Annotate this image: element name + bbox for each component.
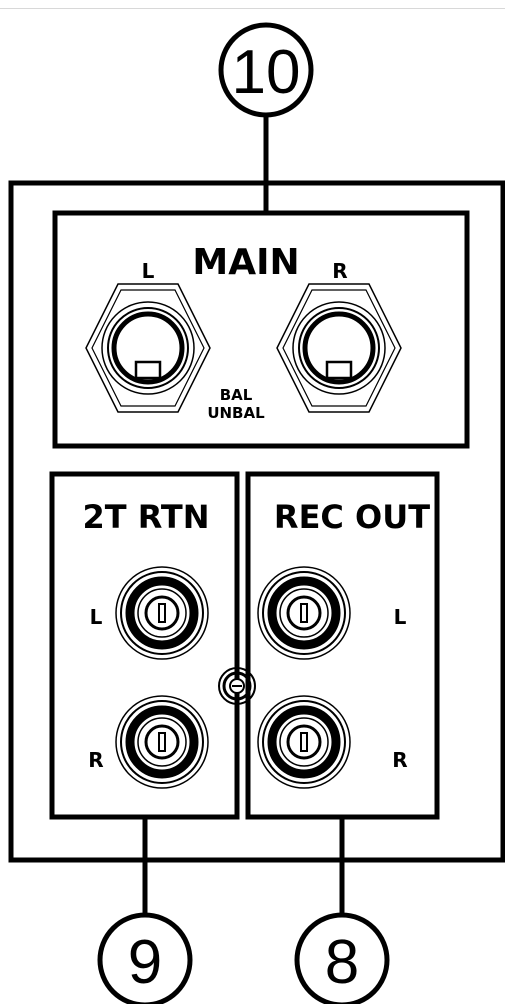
main-right-label: R [332, 259, 347, 283]
main-section: MAIN L R BAL UNBAL [52, 210, 470, 449]
rtn-right-rca-jack[interactable] [115, 695, 209, 789]
rca-slot [300, 732, 308, 752]
main-right-jack[interactable] [276, 283, 402, 413]
rec-left-label: L [394, 605, 407, 629]
rec-title: REC OUT [274, 498, 430, 536]
rtn-section: 2T RTN L R [49, 471, 240, 820]
callout-10-label: 10 [232, 38, 301, 107]
main-left-jack[interactable] [85, 283, 211, 413]
rca-slot [158, 603, 166, 623]
panel-screw-icon [218, 667, 256, 705]
main-unbal-label: UNBAL [207, 404, 265, 422]
main-title: MAIN [192, 242, 299, 283]
rtn-title: 2T RTN [82, 498, 209, 536]
rca-slot [300, 603, 308, 623]
callout-9-label: 9 [128, 928, 162, 997]
rec-section: REC OUT L R [245, 471, 440, 820]
rtn-right-label: R [88, 748, 103, 772]
rec-left-rca-jack[interactable] [257, 566, 351, 660]
main-left-label: L [142, 259, 155, 283]
rca-slot [158, 732, 166, 752]
callout-8: 8 [294, 817, 390, 1004]
rec-right-label: R [392, 748, 407, 772]
rtn-left-label: L [90, 605, 103, 629]
connector-panel-diagram: 10 MAIN L R BAL UNBAL 2T RTN L R REC OUT… [8, 22, 505, 1004]
callout-8-label: 8 [325, 928, 359, 997]
jack-latch [134, 360, 162, 380]
rec-right-rca-jack[interactable] [257, 695, 351, 789]
jack-latch [325, 360, 353, 380]
callout-9: 9 [97, 817, 193, 1004]
rtn-left-rca-jack[interactable] [115, 566, 209, 660]
main-bal-label: BAL [220, 386, 253, 404]
